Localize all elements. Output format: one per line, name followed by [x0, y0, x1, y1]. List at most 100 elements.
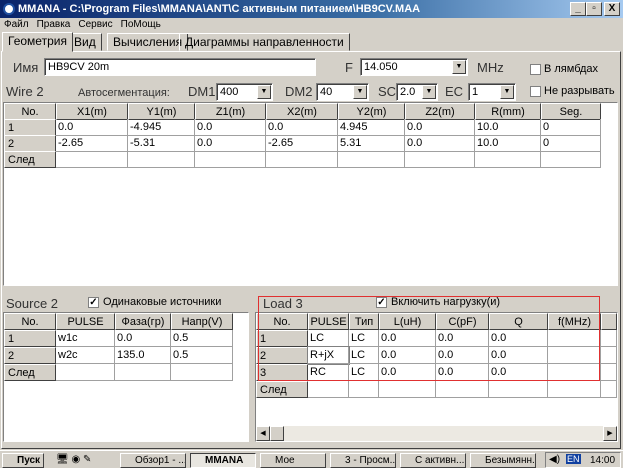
- sc-select[interactable]: 2.0 ▼: [396, 83, 438, 101]
- table-cell[interactable]: LC: [308, 330, 349, 347]
- chevron-down-icon[interactable]: ▼: [452, 60, 466, 74]
- table-cell[interactable]: 0.0: [405, 135, 475, 152]
- table-cell[interactable]: [541, 151, 601, 168]
- table-cell[interactable]: 0.5: [171, 330, 233, 347]
- wire-table[interactable]: No. X1(m) Y1(m) Z1(m) X2(m) Y2(m) Z2(m) R(mm) Se…: [3, 102, 618, 286]
- table-cell[interactable]: w2c: [56, 347, 115, 364]
- table-cell[interactable]: [548, 381, 601, 398]
- table-cell[interactable]: 135.0: [115, 347, 171, 364]
- table-cell[interactable]: 0.0: [489, 347, 548, 364]
- chevron-down-icon[interactable]: ▼: [257, 85, 271, 99]
- table-cell[interactable]: 0: [541, 119, 601, 136]
- table-cell[interactable]: [266, 151, 338, 168]
- table-cell[interactable]: 4.945: [338, 119, 405, 136]
- column-header[interactable]: No.: [4, 313, 56, 330]
- maximize-button[interactable]: ▫: [586, 2, 602, 16]
- scroll-thumb[interactable]: [270, 426, 284, 441]
- table-cell[interactable]: [548, 364, 601, 381]
- nobreak-checkbox[interactable]: [530, 86, 541, 97]
- table-cell[interactable]: LC: [349, 364, 379, 381]
- quick-launch-icons[interactable]: 🖥 ◉ ✎: [56, 454, 106, 466]
- row-header[interactable]: 2: [4, 347, 56, 364]
- scroll-right-icon[interactable]: ▶: [603, 426, 617, 441]
- row-header[interactable]: След: [4, 364, 56, 381]
- table-cell[interactable]: [601, 330, 617, 347]
- table-cell[interactable]: 0.0: [195, 135, 266, 152]
- table-cell[interactable]: [489, 381, 548, 398]
- column-header[interactable]: Z1(m): [195, 103, 266, 120]
- table-cell[interactable]: 10.0: [475, 119, 541, 136]
- table-cell[interactable]: 0.0: [379, 364, 436, 381]
- row-header[interactable]: 1: [4, 330, 56, 347]
- table-cell[interactable]: 0.0: [436, 364, 489, 381]
- freq-select[interactable]: 14.050 ▼: [360, 58, 468, 76]
- table-cell[interactable]: w1c: [56, 330, 115, 347]
- lambda-checkbox[interactable]: [530, 64, 541, 75]
- table-cell[interactable]: 0.0: [379, 347, 436, 364]
- column-header[interactable]: Seg.: [541, 103, 601, 120]
- tab-patterns[interactable]: Диаграммы направленности: [179, 33, 350, 51]
- column-header[interactable]: Z2(m): [405, 103, 475, 120]
- menu-file[interactable]: Файл: [4, 19, 29, 30]
- table-cell[interactable]: [436, 381, 489, 398]
- column-header[interactable]: Y1(m): [128, 103, 195, 120]
- table-cell[interactable]: 0.0: [489, 330, 548, 347]
- row-header[interactable]: След: [256, 381, 308, 398]
- table-cell[interactable]: 0.0: [436, 347, 489, 364]
- menu-help[interactable]: ПоМощь: [121, 19, 161, 30]
- column-header[interactable]: Тип: [349, 313, 379, 330]
- horizontal-scrollbar[interactable]: ◀ ▶: [256, 426, 617, 441]
- load-table[interactable]: ◀ ▶ No. PULSE Тип L(uH) C(pF) Qf(MHz) 1 LC LC 0.0…: [255, 312, 618, 442]
- table-cell[interactable]: [601, 347, 617, 364]
- minimize-button[interactable]: _: [570, 2, 586, 16]
- dm2-select[interactable]: 40 ▼: [316, 83, 369, 101]
- table-cell[interactable]: [349, 381, 379, 398]
- scroll-left-icon[interactable]: ◀: [256, 426, 270, 441]
- table-cell[interactable]: [475, 151, 541, 168]
- row-header[interactable]: След: [4, 151, 56, 168]
- tab-calculations[interactable]: Вычисления: [107, 33, 189, 51]
- tab-view[interactable]: Вид: [68, 33, 102, 51]
- column-header[interactable]: [601, 313, 617, 330]
- start-button[interactable]: Пуск: [2, 453, 44, 468]
- table-cell[interactable]: 0.0: [195, 119, 266, 136]
- close-button[interactable]: X: [604, 2, 620, 16]
- table-cell[interactable]: [379, 381, 436, 398]
- table-cell[interactable]: 0.5: [171, 347, 233, 364]
- table-cell[interactable]: 0.0: [489, 364, 548, 381]
- column-header[interactable]: Напр(V): [171, 313, 233, 330]
- chevron-down-icon[interactable]: ▼: [353, 85, 367, 99]
- table-cell[interactable]: [548, 347, 601, 364]
- task-bezymyannyj[interactable]: Безымянн...: [470, 453, 536, 468]
- table-cell[interactable]: 0: [541, 135, 601, 152]
- menu-service[interactable]: Сервис: [78, 19, 112, 30]
- enable-load-checkbox[interactable]: ✓: [376, 297, 387, 308]
- language-indicator[interactable]: EN: [566, 454, 581, 464]
- column-header[interactable]: Y2(m): [338, 103, 405, 120]
- table-cell[interactable]: RC: [308, 364, 349, 381]
- table-cell[interactable]: [405, 151, 475, 168]
- column-header[interactable]: X2(m): [266, 103, 338, 120]
- table-cell[interactable]: [56, 151, 128, 168]
- table-cell[interactable]: LC: [349, 347, 379, 364]
- task-prosmotr[interactable]: 3 - Просм...: [330, 453, 396, 468]
- table-cell[interactable]: [601, 381, 617, 398]
- column-header[interactable]: R(mm): [475, 103, 541, 120]
- column-header[interactable]: No.: [4, 103, 56, 120]
- row-header[interactable]: 2: [256, 347, 308, 364]
- dm1-select[interactable]: 400 ▼: [216, 83, 273, 101]
- table-cell[interactable]: 0.0: [379, 330, 436, 347]
- table-cell[interactable]: [56, 364, 115, 381]
- same-sources-checkbox[interactable]: ✓: [88, 297, 99, 308]
- name-input[interactable]: HB9CV 20m: [44, 58, 316, 76]
- task-obzor[interactable]: Обзор1 - ...: [120, 453, 186, 468]
- table-cell[interactable]: 0.0: [266, 119, 338, 136]
- table-cell[interactable]: -2.65: [266, 135, 338, 152]
- column-header[interactable]: f(MHz): [548, 313, 601, 330]
- table-cell[interactable]: -2.65: [56, 135, 128, 152]
- table-cell[interactable]: [601, 364, 617, 381]
- column-header[interactable]: L(uH): [379, 313, 436, 330]
- tab-geometry[interactable]: Геометрия: [2, 32, 73, 52]
- task-mmana[interactable]: MMANA: [190, 453, 256, 468]
- table-cell[interactable]: [308, 381, 349, 398]
